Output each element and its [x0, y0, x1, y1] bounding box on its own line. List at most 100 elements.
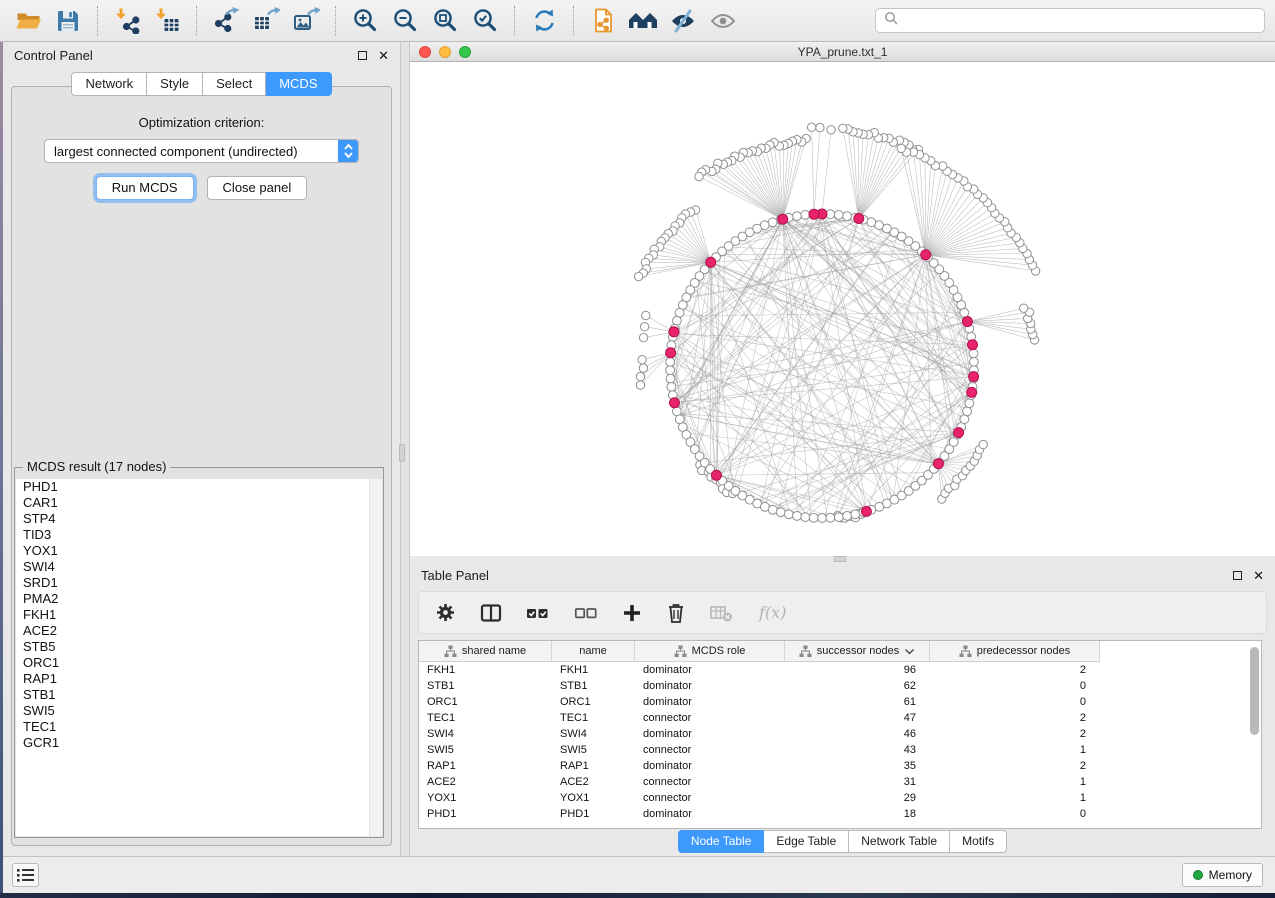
list-item[interactable]: STB5 [16, 639, 382, 655]
unselect-all-icon[interactable] [574, 603, 598, 623]
tab-node-table[interactable]: Node Table [678, 830, 765, 853]
table-cell: SWI5 [552, 744, 635, 756]
float-panel-icon[interactable] [1233, 571, 1242, 580]
attribute-type-icon [799, 645, 812, 658]
list-item[interactable]: STB1 [16, 687, 382, 703]
list-item[interactable]: STP4 [16, 511, 382, 527]
maximize-window-icon[interactable] [459, 46, 471, 58]
column-header-shared-name[interactable]: shared name [419, 641, 552, 662]
select-all-icon[interactable] [526, 603, 550, 623]
network-canvas[interactable] [410, 62, 1275, 556]
search-input[interactable] [904, 14, 1256, 28]
column-header-name[interactable]: name [552, 641, 635, 662]
hide-selected-icon[interactable] [665, 3, 701, 39]
tab-network-table[interactable]: Network Table [849, 830, 950, 853]
close-window-icon[interactable] [419, 46, 431, 58]
toolbar-separator [196, 6, 197, 36]
list-item[interactable]: CAR1 [16, 495, 382, 511]
vertical-splitter[interactable] [400, 42, 410, 856]
table-row[interactable]: TEC1TEC1connector472 [419, 710, 1261, 726]
tab-edge-table[interactable]: Edge Table [764, 830, 849, 853]
show-columns-icon[interactable] [480, 603, 502, 623]
table-cell: ORC1 [552, 696, 635, 708]
zoom-out-icon[interactable] [387, 3, 423, 39]
memory-label: Memory [1209, 868, 1252, 882]
home-views-icon[interactable] [625, 3, 661, 39]
column-header-label: predecessor nodes [977, 645, 1071, 657]
share-document-icon[interactable] [585, 3, 621, 39]
table-cell: dominator [635, 728, 785, 740]
list-item[interactable]: PMA2 [16, 591, 382, 607]
optimization-select[interactable]: largest connected component (undirected) [44, 139, 359, 163]
settings-icon[interactable] [435, 602, 456, 623]
node-table: shared namenameMCDS role successor nodes p… [418, 640, 1262, 829]
close-panel-icon[interactable]: ✕ [378, 49, 389, 62]
refresh-layout-icon[interactable] [526, 3, 562, 39]
table-row[interactable]: ORC1ORC1dominator610 [419, 694, 1261, 710]
list-item[interactable]: SRD1 [16, 575, 382, 591]
run-mcds-button[interactable]: Run MCDS [96, 176, 194, 200]
result-list-scrollbar[interactable] [369, 479, 382, 836]
close-panel-icon[interactable]: ✕ [1253, 569, 1264, 582]
toolbar-separator [514, 6, 515, 36]
list-item[interactable]: SWI5 [16, 703, 382, 719]
import-network-icon[interactable] [109, 3, 145, 39]
open-session-icon[interactable] [10, 3, 46, 39]
table-cell: PHD1 [419, 808, 552, 820]
list-item[interactable]: GCR1 [16, 735, 382, 751]
list-item[interactable]: ACE2 [16, 623, 382, 639]
column-header-predecessor-nodes[interactable]: predecessor nodes [930, 641, 1100, 662]
table-row[interactable]: YOX1YOX1connector291 [419, 790, 1261, 806]
zoom-selected-icon[interactable] [467, 3, 503, 39]
show-all-icon[interactable] [705, 3, 741, 39]
show-panels-button[interactable] [12, 863, 39, 887]
save-session-icon[interactable] [50, 3, 86, 39]
zoom-fit-icon[interactable] [427, 3, 463, 39]
column-header-label: successor nodes [817, 645, 900, 657]
list-item[interactable]: ORC1 [16, 655, 382, 671]
tab-mcds[interactable]: MCDS [266, 72, 331, 96]
table-row[interactable]: ACE2ACE2connector311 [419, 774, 1261, 790]
list-item[interactable]: PHD1 [16, 479, 382, 495]
add-row-icon[interactable] [622, 603, 642, 623]
export-image-icon[interactable] [288, 3, 324, 39]
table-scrollbar[interactable] [1250, 643, 1259, 826]
list-item[interactable]: RAP1 [16, 671, 382, 687]
list-item[interactable]: SWI4 [16, 559, 382, 575]
table-row[interactable]: STB1STB1dominator620 [419, 678, 1261, 694]
splitter-grip[interactable] [399, 444, 405, 462]
list-item[interactable]: TID3 [16, 527, 382, 543]
zoom-in-icon[interactable] [347, 3, 383, 39]
delete-table-icon [710, 603, 734, 623]
optimization-select-value: largest connected component (undirected) [54, 144, 298, 159]
table-row[interactable]: RAP1RAP1dominator352 [419, 758, 1261, 774]
network-window: YPA_prune.txt_1 [410, 42, 1275, 556]
column-header-successor-nodes[interactable]: successor nodes [785, 641, 930, 662]
import-table-icon[interactable] [149, 3, 185, 39]
list-item[interactable]: TEC1 [16, 719, 382, 735]
table-row[interactable]: SWI5SWI5connector431 [419, 742, 1261, 758]
list-item[interactable]: FKH1 [16, 607, 382, 623]
minimize-window-icon[interactable] [439, 46, 451, 58]
float-panel-icon[interactable] [358, 51, 367, 60]
export-table-icon[interactable] [248, 3, 284, 39]
memory-button[interactable]: Memory [1182, 863, 1263, 887]
close-panel-button[interactable]: Close panel [207, 176, 308, 200]
toolbar-separator [573, 6, 574, 36]
search-field[interactable] [875, 8, 1265, 33]
table-row[interactable]: FKH1FKH1dominator962 [419, 662, 1261, 678]
network-graph[interactable] [410, 62, 1275, 556]
column-header-MCDS-role[interactable]: MCDS role [635, 641, 785, 662]
tab-motifs[interactable]: Motifs [950, 830, 1007, 853]
tab-select[interactable]: Select [203, 72, 266, 96]
tab-network[interactable]: Network [71, 72, 147, 96]
scrollbar-thumb[interactable] [1250, 647, 1259, 735]
delete-row-icon[interactable] [666, 602, 686, 624]
table-row[interactable]: SWI4SWI4dominator462 [419, 726, 1261, 742]
table-row[interactable]: PHD1PHD1dominator180 [419, 806, 1261, 822]
mcds-result-list[interactable]: PHD1CAR1STP4TID3YOX1SWI4SRD1PMA2FKH1ACE2… [16, 479, 382, 836]
table-cell: 2 [930, 760, 1100, 772]
tab-style[interactable]: Style [147, 72, 203, 96]
list-item[interactable]: YOX1 [16, 543, 382, 559]
export-network-icon[interactable] [208, 3, 244, 39]
